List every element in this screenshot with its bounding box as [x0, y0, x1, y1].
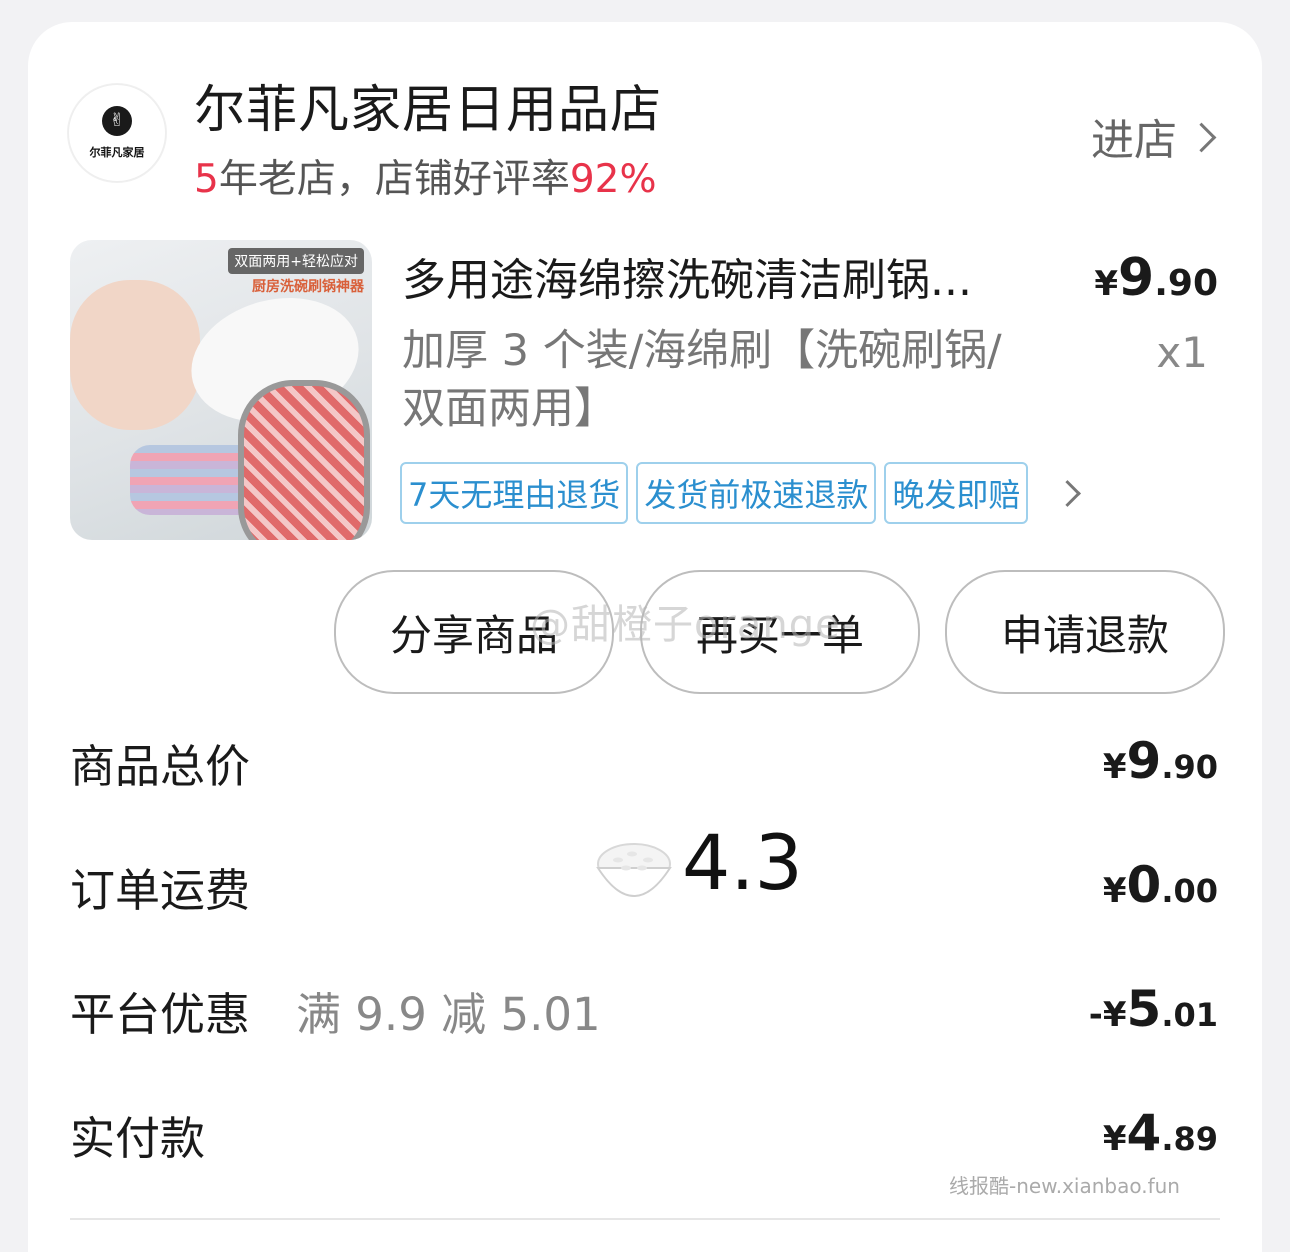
rating-overlay: 4.3 — [682, 818, 803, 907]
sponge-graphic — [238, 380, 370, 540]
product-image[interactable]: 双面两用+轻松应对 厨房洗碗刷锅神器 — [70, 240, 372, 540]
request-refund-button[interactable]: 申请退款 — [945, 570, 1225, 694]
shop-logo-text: 尔菲凡家居 — [89, 146, 145, 159]
product-price: ¥9.90 — [1094, 248, 1218, 308]
discount-note: 满 9.9 减 5.01 — [296, 988, 601, 1041]
shop-years: 5 — [194, 157, 219, 202]
service-tag: 7天无理由退货 — [400, 462, 629, 524]
product-title[interactable]: 多用途海绵擦洗碗清洁刷锅... — [402, 244, 972, 308]
image-tag: 双面两用+轻松应对 — [228, 248, 364, 274]
divider — [70, 1218, 1220, 1220]
hand-graphic — [70, 280, 200, 430]
shop-avatar[interactable]: ✌ 尔菲凡家居 — [68, 84, 166, 182]
chevron-right-icon[interactable] — [1054, 479, 1082, 507]
image-caption: 厨房洗碗刷锅神器 — [252, 279, 364, 295]
discount-label: 平台优惠 — [70, 988, 251, 1041]
enter-shop-label: 进店 — [1091, 116, 1177, 166]
shop-name[interactable]: 尔菲凡家居日用品店 — [194, 68, 662, 142]
rice-bowl-icon — [596, 843, 672, 897]
enter-shop-button[interactable]: 进店 — [1091, 106, 1217, 168]
product-spec: 加厚 3 个装/海绵刷【洗碗刷锅/双面两用】 — [402, 326, 1002, 434]
shop-rating: 92% — [569, 157, 657, 202]
shop-sub-text: 年老店，店铺好评率 — [218, 157, 570, 202]
total-amount: ¥9.90 — [1102, 732, 1218, 790]
service-tag: 发货前极速退款 — [636, 462, 877, 524]
footer-watermark: 线报酷-new.xianbao.fun — [949, 1174, 1180, 1198]
discount-amount: -¥5.01 — [1088, 980, 1218, 1038]
service-tags[interactable]: 7天无理由退货 发货前极速退款 晚发即赔 — [400, 462, 1082, 524]
watermark: @甜橙子orange- — [530, 602, 857, 648]
product-quantity: x1 — [1156, 328, 1208, 377]
shop-logo-icon: ✌ — [102, 106, 132, 136]
service-tag: 晚发即赔 — [884, 462, 1029, 524]
shipping-label: 订单运费 — [70, 864, 251, 917]
shop-reputation: 5年老店，店铺好评率92% — [194, 148, 657, 204]
paid-label: 实付款 — [70, 1112, 206, 1165]
chevron-right-icon — [1186, 122, 1217, 152]
total-label: 商品总价 — [70, 740, 251, 793]
paid-amount: ¥4.89 — [1102, 1104, 1218, 1162]
shipping-amount: ¥0.00 — [1102, 856, 1218, 914]
